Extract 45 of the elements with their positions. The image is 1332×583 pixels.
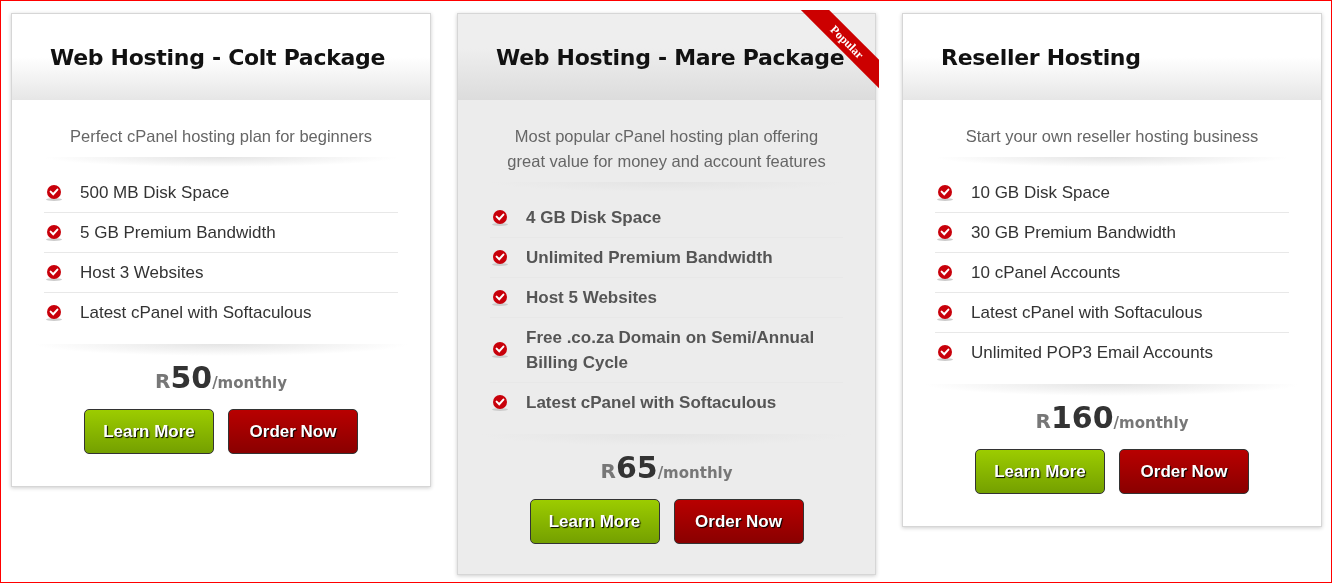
- feature-text: 30 GB Premium Bandwidth: [971, 222, 1177, 244]
- check-icon: [937, 303, 955, 322]
- currency-symbol: R: [1035, 409, 1051, 433]
- currency-symbol: R: [155, 369, 171, 393]
- feature-text: 500 MB Disk Space: [80, 182, 230, 204]
- check-icon: [46, 183, 64, 202]
- plan-button[interactable]: Order Now: [228, 409, 358, 454]
- plan-description: Most popular cPanel hosting plan offering great value for money and account features: [506, 126, 827, 172]
- check-icon: [492, 341, 510, 359]
- price-period: /monthly: [657, 464, 733, 482]
- feature-text: Free .co.za Domain on Semi/Annual Billing Cycle: [526, 327, 816, 374]
- price-amount: 65: [615, 450, 658, 485]
- feature-text: Latest cPanel with Softaculous: [80, 302, 312, 324]
- plan-title: Web Hosting - Colt Package: [50, 44, 386, 70]
- feature-text: Host 5 Websites: [526, 287, 657, 309]
- check-icon: [492, 248, 510, 267]
- plan-button[interactable]: Order Now: [1119, 449, 1249, 494]
- plan-button[interactable]: Order Now: [673, 499, 804, 544]
- check-icon: [492, 393, 510, 412]
- feature-text: Unlimited POP3 Email Accounts: [971, 342, 1213, 364]
- feature-text: Unlimited Premium Bandwidth: [526, 247, 773, 269]
- feature-text: 5 GB Premium Bandwidth: [80, 222, 276, 244]
- price-period: /monthly: [1113, 414, 1189, 432]
- check-icon: [937, 183, 955, 202]
- feature-text: Host 3 Websites: [80, 262, 204, 284]
- plan-description: Start your own reseller hosting business: [964, 126, 1260, 147]
- price-period: /monthly: [212, 374, 287, 392]
- feature-text: 10 cPanel Accounts: [971, 262, 1121, 284]
- check-icon: [492, 288, 510, 307]
- feature-text: Latest cPanel with Softaculous: [526, 392, 777, 414]
- plan-description: Perfect cPanel hosting plan for beginners: [69, 126, 373, 147]
- check-icon: [46, 223, 64, 242]
- feature-text: 4 GB Disk Space: [526, 207, 662, 229]
- check-icon: [937, 343, 955, 362]
- check-icon: [46, 303, 64, 322]
- currency-symbol: R: [600, 459, 616, 483]
- feature-text: Latest cPanel with Softaculous: [971, 302, 1203, 324]
- check-icon: [492, 208, 510, 227]
- plan-title: Reseller Hosting: [941, 44, 1141, 70]
- feature-text: 10 GB Disk Space: [971, 182, 1110, 204]
- check-icon: [937, 263, 955, 282]
- price-amount: 160: [1050, 400, 1114, 435]
- price-amount: 50: [170, 360, 213, 395]
- check-icon: [46, 263, 64, 282]
- check-icon: [937, 223, 955, 242]
